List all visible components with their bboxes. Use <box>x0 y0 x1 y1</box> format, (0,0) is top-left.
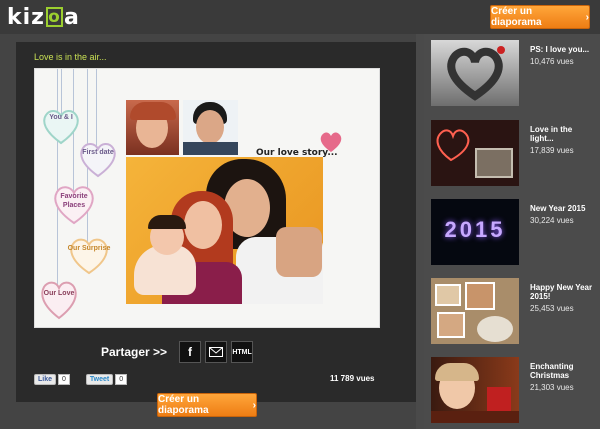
share-bar: Partager >> f HTML <box>101 341 254 363</box>
tweet-count: 0 <box>115 374 128 385</box>
related-slideshows: PS: I love you... 10,476 vues Love in th… <box>424 34 600 429</box>
item-title: Love in the light... <box>530 125 573 143</box>
views-count: 11 789 vues <box>330 374 375 383</box>
list-item[interactable]: Enchanting Christmas 21,303 vues <box>431 357 597 425</box>
thumbnail-2015-text: 2015 <box>444 217 506 242</box>
item-views: 17,839 vues <box>530 146 574 155</box>
pink-heart-icon <box>319 131 343 158</box>
kizoa-logo[interactable]: kiz o a <box>7 4 80 30</box>
heart-label: You & I <box>49 114 73 121</box>
list-item[interactable]: Love in the light... 17,839 vues <box>431 120 597 188</box>
top-bar: kiz o a Créer un diaporama › <box>0 0 600 34</box>
item-title: New Year 2015 <box>530 204 586 213</box>
heart-tag-our-surprise: Our Surprise <box>67 234 111 276</box>
heart-label: First date <box>82 149 114 156</box>
list-item[interactable]: PS: I love you... 10,476 vues <box>431 40 597 108</box>
item-views: 10,476 vues <box>530 57 574 66</box>
item-views: 30,224 vues <box>530 216 574 225</box>
slide-canvas[interactable]: You & I First date Favorite Places Our S… <box>34 68 380 328</box>
like-label: Like <box>34 374 57 385</box>
thumbnail-new-year-2015[interactable]: 2015 <box>431 199 519 265</box>
item-title: PS: I love you... <box>530 45 590 54</box>
heart-tag-our-love: Our Love <box>38 277 80 321</box>
create-slideshow-button-bottom[interactable]: Créer un diaporama › <box>157 393 257 417</box>
heart-label: Favorite Places <box>60 193 88 209</box>
html-embed-icon[interactable]: HTML <box>231 341 254 363</box>
tweet-label: Tweet <box>85 374 114 385</box>
page: kiz o a Créer un diaporama › Love is in th… <box>0 0 600 429</box>
html-label: HTML <box>232 348 252 356</box>
thumbnail-hands-heart[interactable] <box>431 40 519 106</box>
thumbnail-enchanting-christmas[interactable] <box>431 357 519 423</box>
list-item[interactable]: Happy New Year 2015! 25,453 vues <box>431 278 597 346</box>
mail-icon[interactable] <box>205 341 228 363</box>
string-decoration <box>57 69 58 287</box>
photo-woman <box>126 100 179 155</box>
chevron-right-icon: › <box>585 11 589 23</box>
like-count: 0 <box>58 374 70 385</box>
thumbnail-happy-new-year[interactable] <box>431 278 519 344</box>
item-title: Happy New Year 2015! <box>530 283 593 301</box>
main-family-photo <box>126 157 323 304</box>
photo-man <box>183 100 238 155</box>
heart-label: Our Love <box>43 290 75 297</box>
item-title: Enchanting Christmas <box>530 362 574 380</box>
tweet-button[interactable]: Tweet 0 <box>85 374 128 385</box>
social-buttons: Like 0 Tweet 0 <box>34 374 128 385</box>
slideshow-player[interactable]: Love is in the air... You & I First date <box>16 42 416 402</box>
heart-tag-first-date: First date <box>77 139 119 179</box>
slideshow-title: Love is in the air... <box>34 52 107 62</box>
facebook-like-button[interactable]: Like 0 <box>34 374 70 385</box>
heart-tag-favorite-places: Favorite Places <box>51 182 97 226</box>
heart-label: Our Surprise <box>67 245 111 252</box>
create-slideshow-label: Créer un diaporama <box>491 6 542 28</box>
list-item[interactable]: 2015 New Year 2015 30,224 vues <box>431 199 597 267</box>
thumbnail-love-light[interactable] <box>431 120 519 186</box>
main-panel: Love is in the air... You & I First date <box>0 34 416 429</box>
item-views: 25,453 vues <box>530 304 574 313</box>
item-views: 21,303 vues <box>530 383 574 392</box>
share-label: Partager >> <box>101 345 168 359</box>
create-slideshow-label: Créer un diaporama <box>158 394 209 416</box>
facebook-icon[interactable]: f <box>179 341 202 363</box>
heart-tag-you-and-i: You & I <box>40 105 82 147</box>
chevron-right-icon: › <box>252 399 256 411</box>
create-slideshow-button[interactable]: Créer un diaporama › <box>490 5 590 29</box>
